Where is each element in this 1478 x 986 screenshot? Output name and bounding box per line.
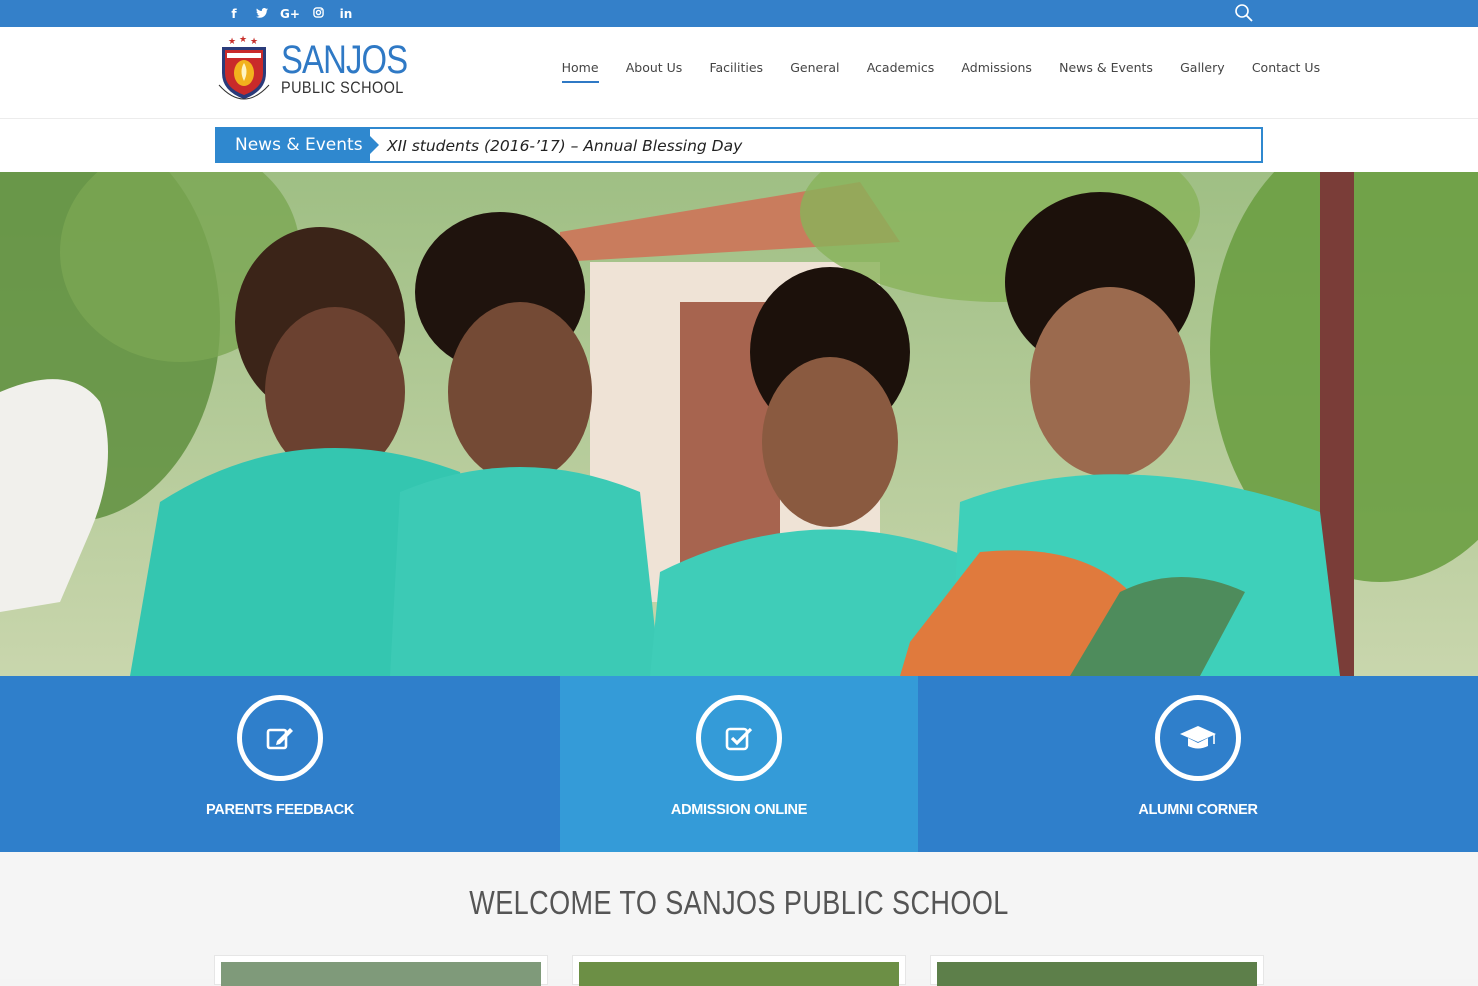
site-header: ★ ★ ★ SANJOS PUBLIC SCHOOL Home About Us… [0, 27, 1478, 119]
instagram-icon[interactable] [304, 6, 332, 21]
svg-text:★: ★ [228, 36, 236, 46]
logo-text: SANJOS PUBLIC SCHOOL [281, 38, 435, 97]
linkedin-icon[interactable]: in [332, 7, 360, 21]
parents-feedback-label: PARENTS FEEDBACK [206, 802, 354, 818]
welcome-section: WELCOME TO SANJOS PUBLIC SCHOOL [0, 852, 1478, 986]
nav-general[interactable]: General [777, 60, 853, 75]
edit-icon [237, 695, 323, 781]
hero-banner-image [0, 172, 1478, 676]
school-logo[interactable]: ★ ★ ★ SANJOS PUBLIC SCHOOL [215, 35, 435, 109]
facebook-icon[interactable]: f [220, 7, 248, 21]
nav-home[interactable]: Home [548, 60, 612, 83]
ticker-headline[interactable]: XII students (2016-’17) – Annual Blessin… [387, 129, 742, 163]
nav-contact-us[interactable]: Contact Us [1238, 60, 1333, 75]
nav-gallery[interactable]: Gallery [1167, 60, 1239, 75]
welcome-card-1[interactable] [214, 955, 548, 986]
google-plus-icon[interactable]: G+ [276, 7, 304, 21]
nav-news-events[interactable]: News & Events [1046, 60, 1167, 75]
nav-academics[interactable]: Academics [853, 60, 948, 75]
parents-feedback-tile[interactable]: PARENTS FEEDBACK [0, 676, 560, 852]
admission-online-label: ADMISSION ONLINE [670, 802, 808, 818]
logo-subtitle: PUBLIC SCHOOL [281, 78, 404, 97]
nav-admissions[interactable]: Admissions [948, 60, 1046, 75]
main-nav: Home About Us Facilities General Academi… [548, 60, 1334, 83]
welcome-card-3[interactable] [930, 955, 1264, 986]
welcome-card-2[interactable] [572, 955, 906, 986]
svg-text:★: ★ [250, 36, 258, 46]
svg-text:★: ★ [239, 35, 247, 44]
welcome-card-image-3 [937, 962, 1257, 986]
top-bar: f G+ in [0, 0, 1478, 27]
logo-name: SANJOS [281, 38, 408, 82]
news-ticker-section: News & Events XII students (2016-’17) – … [0, 119, 1478, 172]
welcome-title: WELCOME TO SANJOS PUBLIC SCHOOL [469, 884, 1009, 921]
alumni-corner-label: ALUMNI CORNER [1138, 802, 1258, 818]
admission-online-tile[interactable]: ADMISSION ONLINE [560, 676, 918, 852]
social-links: f G+ in [220, 0, 360, 27]
checkbox-icon [696, 695, 782, 781]
news-ticker: News & Events XII students (2016-’17) – … [215, 127, 1263, 163]
twitter-icon[interactable] [248, 7, 276, 21]
hero-illustration [0, 172, 1478, 676]
school-crest-icon: ★ ★ ★ [218, 35, 270, 100]
alumni-corner-tile[interactable]: ALUMNI CORNER [918, 676, 1478, 852]
nav-about-us[interactable]: About Us [612, 60, 696, 75]
ticker-label: News & Events [215, 127, 379, 163]
welcome-card-image-1 [221, 962, 541, 986]
nav-facilities[interactable]: Facilities [696, 60, 777, 75]
graduation-cap-icon [1155, 695, 1241, 781]
search-icon[interactable] [1234, 3, 1254, 23]
welcome-card-image-2 [579, 962, 899, 986]
feature-tiles: PARENTS FEEDBACK ADMISSION ONLINE ALUMNI… [0, 676, 1478, 852]
